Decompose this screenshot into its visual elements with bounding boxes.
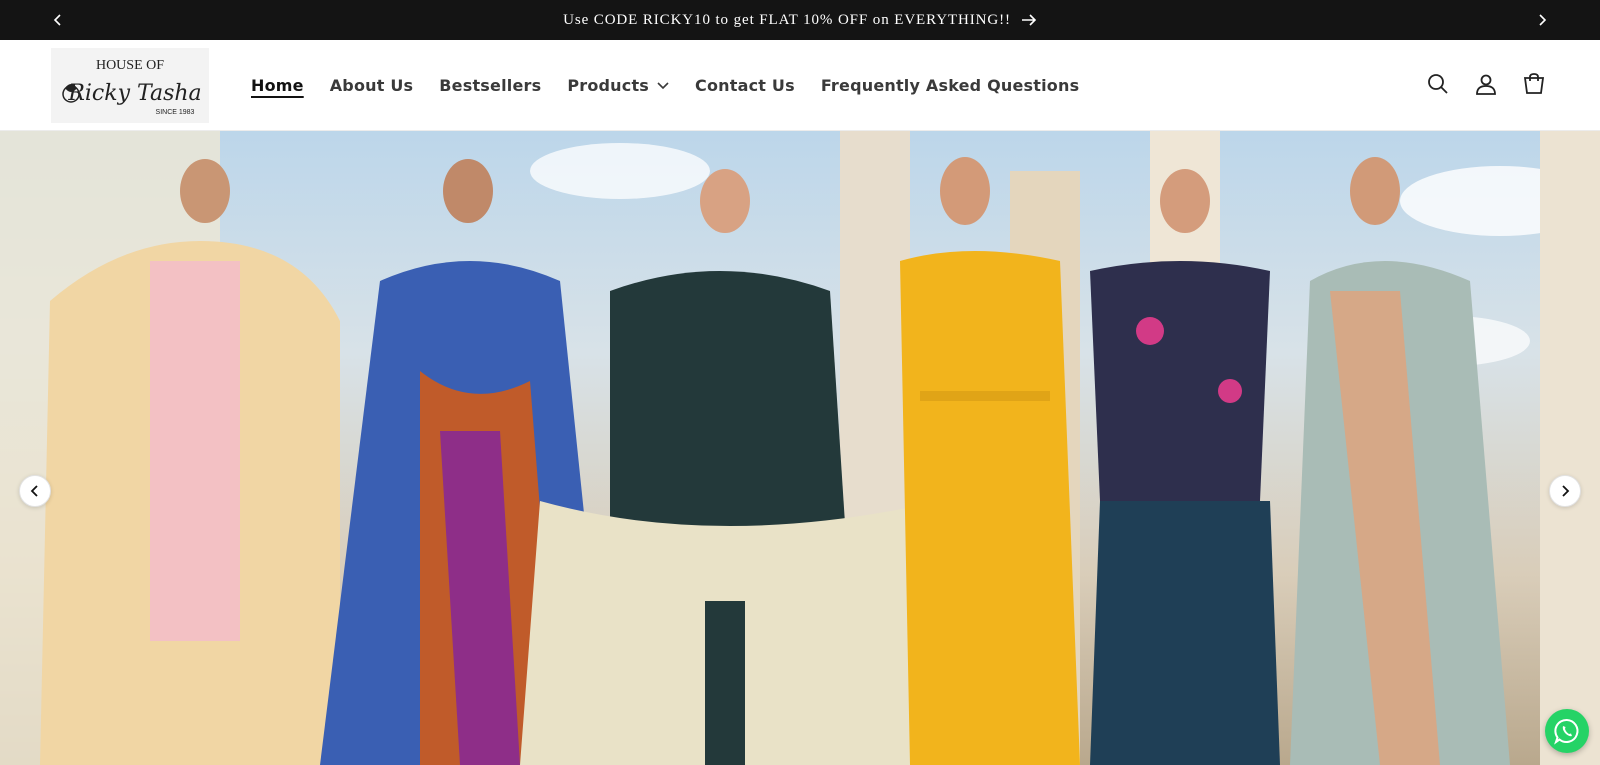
nav-faq[interactable]: Frequently Asked Questions bbox=[821, 76, 1079, 95]
cart-icon bbox=[1523, 73, 1545, 94]
hero-image bbox=[0, 131, 1600, 765]
nav-home[interactable]: Home bbox=[251, 76, 304, 95]
cart-button[interactable] bbox=[1516, 66, 1552, 102]
nav-contact-us[interactable]: Contact Us bbox=[695, 76, 795, 95]
whatsapp-icon bbox=[1554, 719, 1579, 745]
hero-banner bbox=[0, 131, 1600, 765]
site-header: HOUSE OF Ricky Tasha SINCE 1983 Home Abo… bbox=[0, 40, 1600, 131]
arrow-right-icon bbox=[1021, 14, 1037, 26]
svg-text:SINCE 1983: SINCE 1983 bbox=[156, 109, 195, 116]
chevron-right-icon bbox=[1539, 14, 1547, 26]
nav-about-us[interactable]: About Us bbox=[330, 76, 414, 95]
account-icon bbox=[1476, 74, 1496, 95]
announcement-bar: Use CODE RICKY10 to get FLAT 10% OFF on … bbox=[0, 0, 1600, 40]
svg-text:Ricky Tasha: Ricky Tasha bbox=[67, 81, 201, 106]
announcement-text: Use CODE RICKY10 to get FLAT 10% OFF on … bbox=[563, 11, 1011, 28]
hero-next-button[interactable] bbox=[1549, 475, 1581, 507]
hero-prev-button[interactable] bbox=[19, 475, 51, 507]
announcement-next-button[interactable] bbox=[1530, 8, 1554, 32]
chevron-right-icon bbox=[1562, 485, 1570, 497]
account-button[interactable] bbox=[1468, 66, 1504, 102]
header-icons bbox=[1420, 66, 1552, 102]
announcement-message[interactable]: Use CODE RICKY10 to get FLAT 10% OFF on … bbox=[0, 0, 1600, 40]
chevron-down-icon bbox=[657, 81, 669, 89]
svg-text:HOUSE OF: HOUSE OF bbox=[96, 58, 164, 73]
nav-bestsellers[interactable]: Bestsellers bbox=[439, 76, 541, 95]
main-nav: Home About Us Bestsellers Products Conta… bbox=[251, 40, 1079, 131]
nav-products[interactable]: Products bbox=[567, 76, 669, 95]
search-button[interactable] bbox=[1420, 66, 1456, 102]
search-icon bbox=[1428, 74, 1448, 94]
whatsapp-button[interactable] bbox=[1545, 709, 1589, 753]
brand-logo[interactable]: HOUSE OF Ricky Tasha SINCE 1983 bbox=[51, 48, 209, 123]
logo-mark: HOUSE OF Ricky Tasha SINCE 1983 bbox=[62, 58, 202, 116]
chevron-left-icon bbox=[30, 485, 38, 497]
